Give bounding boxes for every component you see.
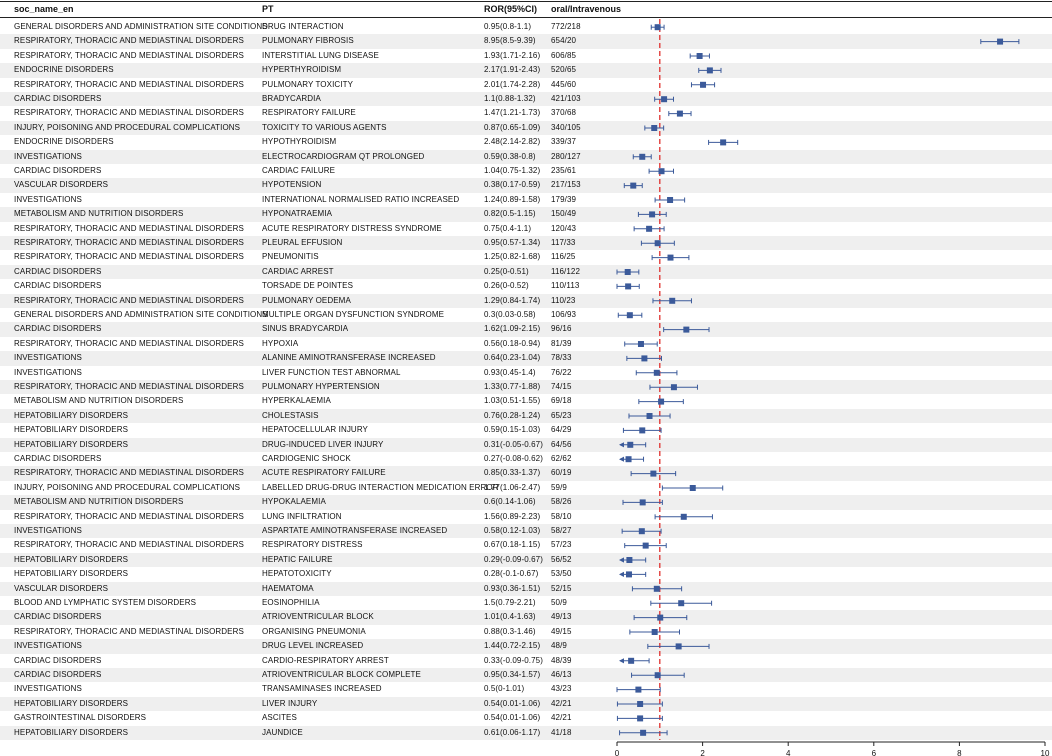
point-marker <box>637 701 644 707</box>
point-marker <box>635 686 642 693</box>
point-marker <box>706 67 713 74</box>
point-marker <box>625 571 632 578</box>
point-marker <box>653 585 660 592</box>
point-marker <box>626 312 633 319</box>
point-marker <box>649 211 656 218</box>
forest-plot: 0 2 4 6 8 10 <box>615 19 1050 756</box>
point-marker <box>639 499 646 506</box>
point-marker <box>683 326 690 333</box>
point-marker <box>676 110 683 117</box>
point-marker <box>654 24 661 31</box>
point-marker <box>667 197 674 203</box>
x-tick-label: 6 <box>872 749 877 756</box>
point-marker <box>654 672 661 679</box>
ci-arrow-left <box>619 557 624 563</box>
point-marker <box>658 398 665 405</box>
point-marker <box>640 729 647 736</box>
point-marker <box>639 427 646 434</box>
point-marker <box>669 297 676 304</box>
point-marker <box>625 456 632 463</box>
point-marker <box>628 657 635 664</box>
point-marker <box>627 441 634 448</box>
x-tick-label: 2 <box>700 749 705 756</box>
x-tick-label: 8 <box>957 749 962 756</box>
point-marker <box>661 96 668 103</box>
x-tick-label: 10 <box>1041 749 1050 756</box>
point-marker <box>650 470 657 477</box>
ci-arrow-left <box>619 456 624 462</box>
point-marker <box>646 225 653 232</box>
point-marker <box>651 125 658 131</box>
point-marker <box>642 542 649 549</box>
point-marker <box>653 369 660 376</box>
point-marker <box>696 53 703 59</box>
point-marker <box>626 557 633 563</box>
ci-arrow-left <box>619 571 624 577</box>
point-marker <box>670 384 677 391</box>
point-marker <box>689 485 696 491</box>
point-marker <box>657 614 664 621</box>
point-marker <box>637 715 644 722</box>
point-marker <box>675 643 682 650</box>
point-marker <box>720 139 727 146</box>
point-marker <box>625 283 632 290</box>
ci-arrow-left <box>619 658 624 664</box>
x-tick-label: 4 <box>786 749 791 756</box>
point-marker <box>637 341 644 347</box>
point-marker <box>651 629 658 635</box>
point-marker <box>646 413 653 419</box>
point-marker <box>667 254 674 261</box>
point-marker <box>680 513 687 520</box>
point-marker <box>638 528 645 535</box>
point-marker <box>624 269 631 275</box>
point-marker <box>639 153 646 160</box>
point-marker <box>700 81 707 88</box>
point-marker <box>654 240 661 247</box>
ci-arrow-left <box>619 442 624 448</box>
point-marker <box>658 168 665 175</box>
point-marker <box>641 355 648 362</box>
point-marker <box>997 38 1004 45</box>
x-tick-label: 0 <box>615 749 620 756</box>
point-marker <box>630 182 637 189</box>
point-marker <box>678 600 685 607</box>
